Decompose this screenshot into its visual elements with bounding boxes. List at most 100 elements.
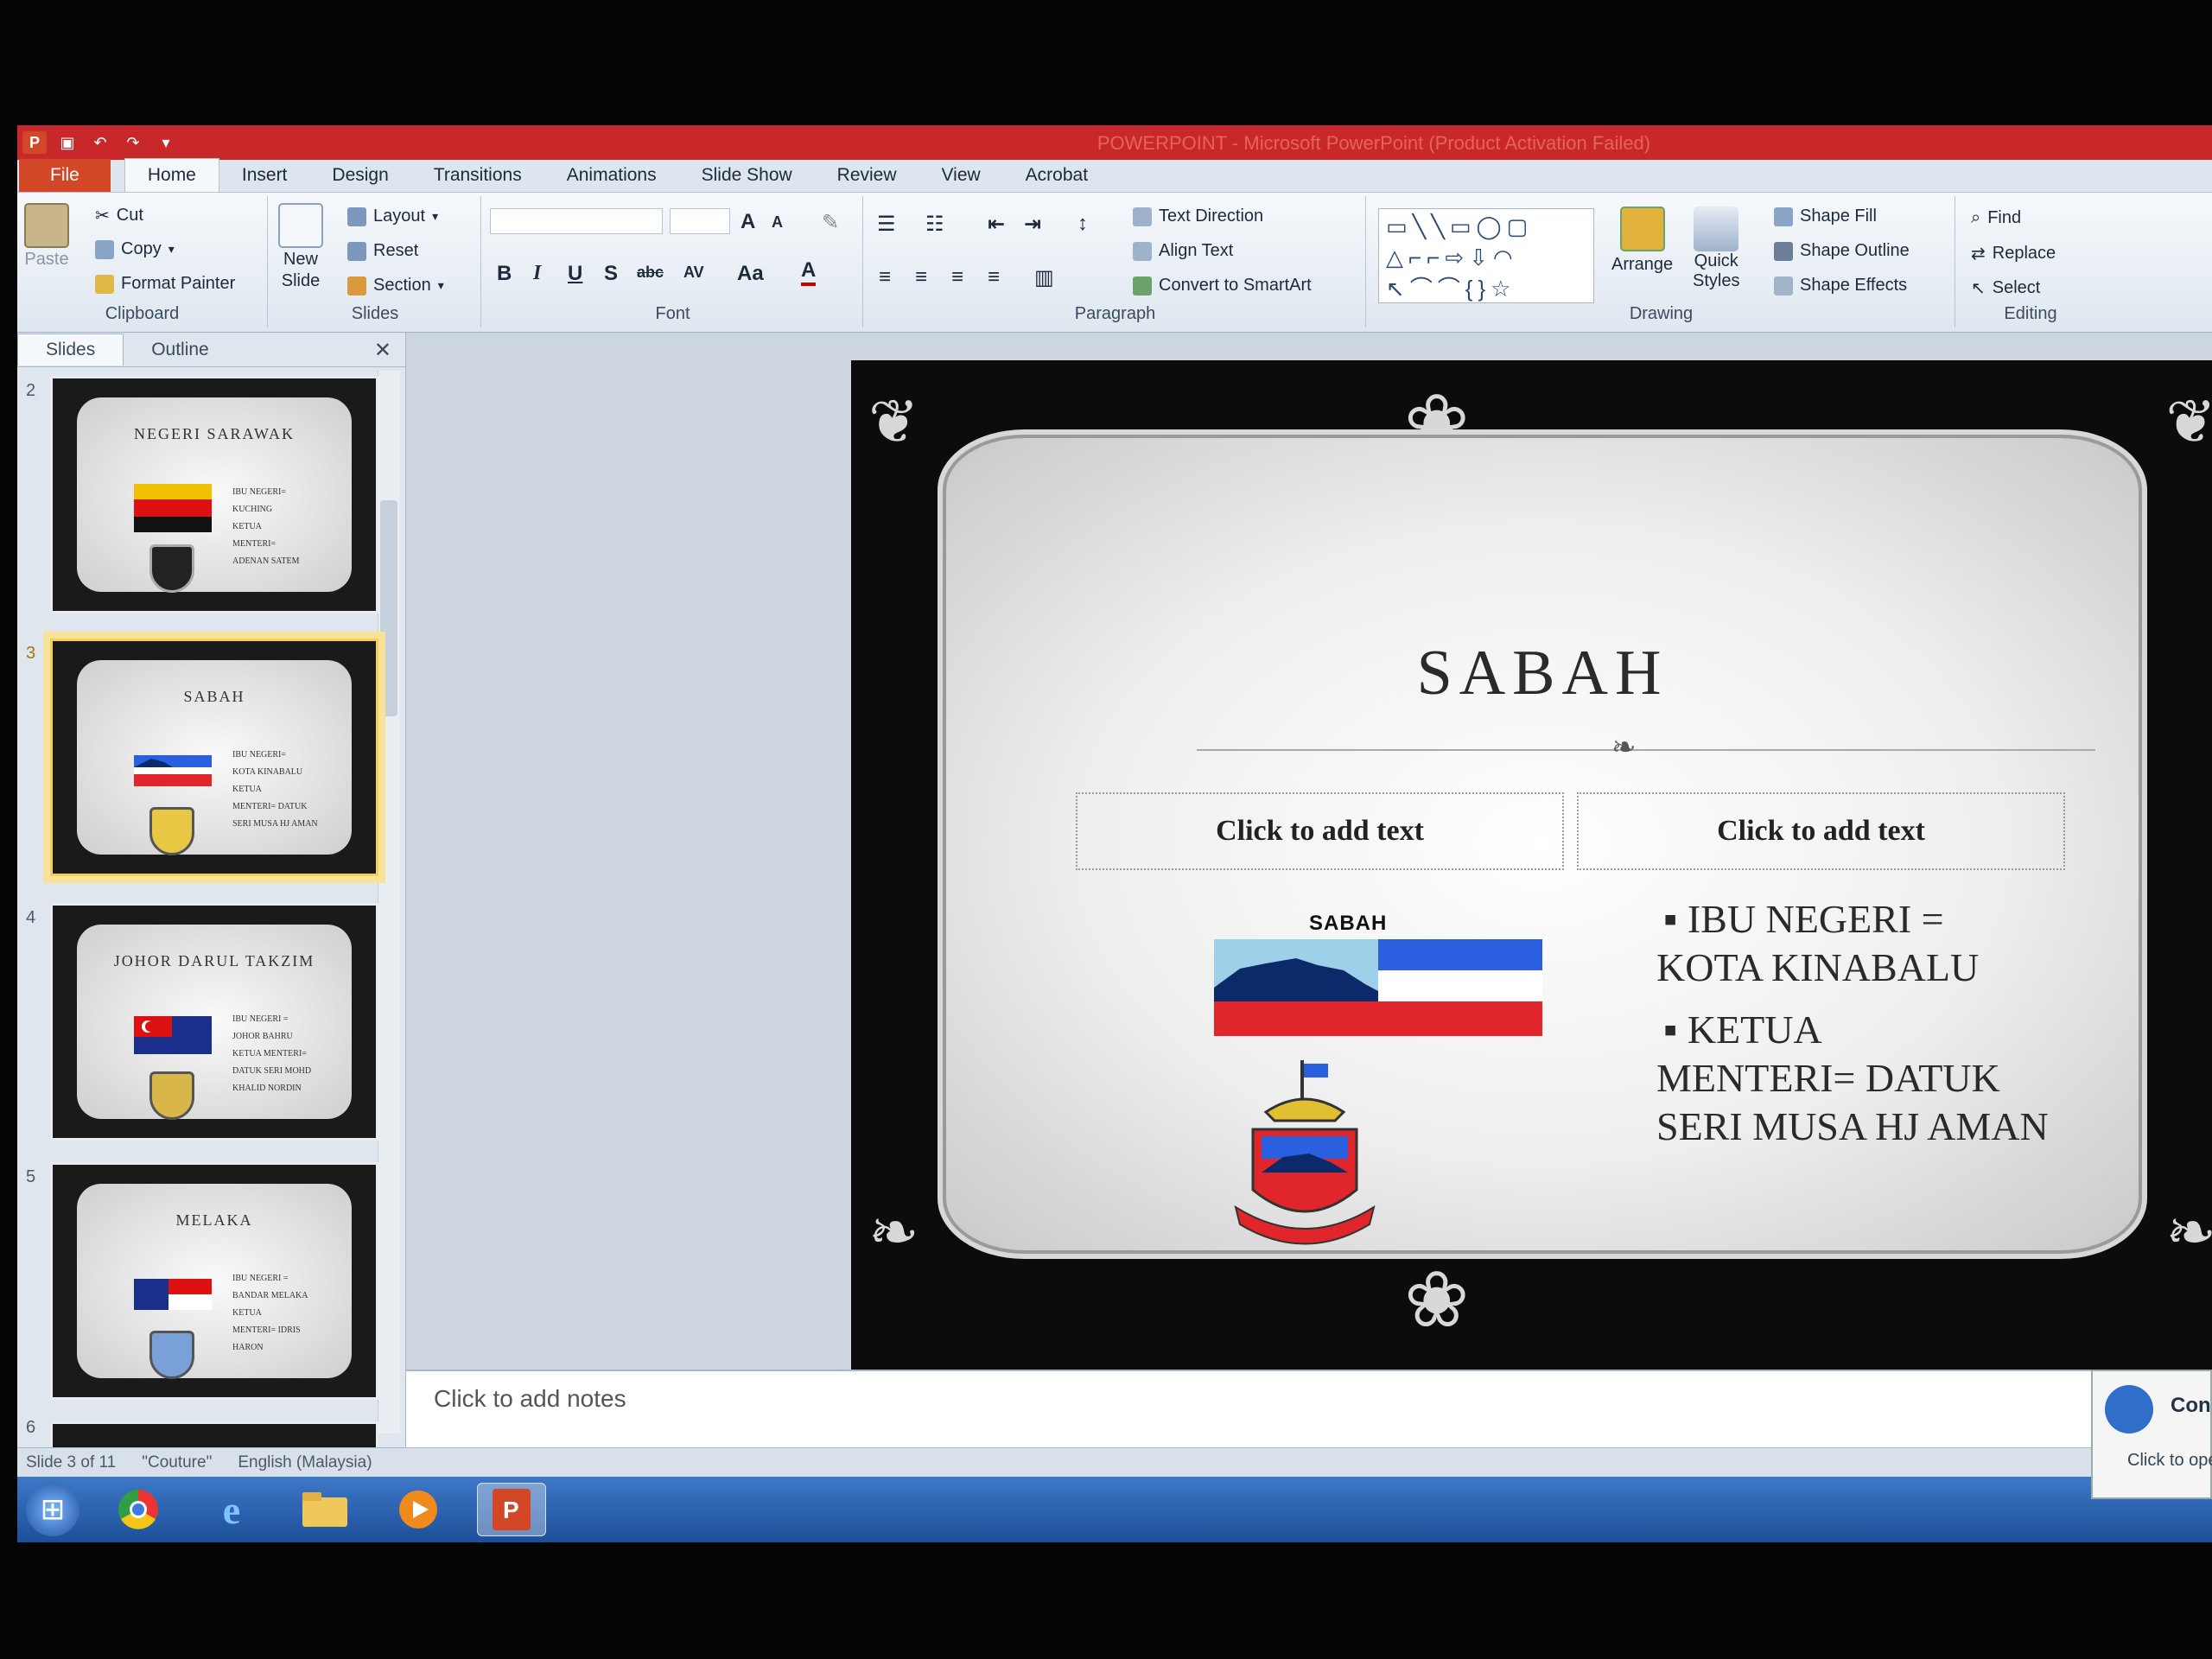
- replace-button[interactable]: ⇄ Replace: [1971, 243, 2056, 264]
- format-painter-button[interactable]: Format Painter: [95, 274, 235, 294]
- slide-thumbnail[interactable]: NEGERI SARAWAK IBU NEGERI= KUCHING KETUA…: [50, 376, 378, 613]
- slide-thumbnail-selected[interactable]: SABAH IBU NEGERI= KOTA KINABALU KETUA ME…: [50, 639, 378, 876]
- slide-indicator: Slide 3 of 11: [26, 1452, 117, 1471]
- shape-fill-button[interactable]: Shape Fill: [1774, 207, 1877, 226]
- thumbnail-text: IBU NEGERI = JOHOR BAHRU KETUA MENTERI= …: [232, 1014, 312, 1093]
- tab-home[interactable]: Home: [124, 158, 219, 192]
- justify-icon[interactable]: ≡: [988, 265, 1000, 289]
- select-button[interactable]: ↖ Select: [1971, 277, 2040, 299]
- align-left-icon[interactable]: ≡: [879, 265, 891, 289]
- current-slide[interactable]: ❦ ❀ ❦ ❧ ❀ ❧ SABAH ❧ Click to add text Cl…: [851, 360, 2212, 1380]
- underline-button[interactable]: U: [568, 262, 582, 286]
- cut-button[interactable]: ✂ Cut: [95, 205, 143, 226]
- slide-title[interactable]: SABAH: [946, 637, 2139, 710]
- chrome-icon[interactable]: [104, 1483, 173, 1536]
- right-text-placeholder[interactable]: Click to add text: [1577, 792, 2065, 870]
- shape-outline-button[interactable]: Shape Outline: [1774, 241, 1910, 261]
- tab-slide-show[interactable]: Slide Show: [679, 165, 815, 192]
- sabah-flag-icon[interactable]: [1214, 939, 1542, 1036]
- sabah-coat-of-arms-icon[interactable]: [1231, 1060, 1378, 1250]
- tab-transitions[interactable]: Transitions: [411, 165, 544, 192]
- internet-explorer-icon[interactable]: e: [197, 1483, 266, 1536]
- tab-animations[interactable]: Animations: [544, 165, 679, 192]
- change-case-icon[interactable]: Aa: [737, 262, 764, 286]
- clear-formatting-icon[interactable]: ✎: [822, 210, 839, 235]
- bold-button[interactable]: B: [497, 262, 512, 286]
- theme-name[interactable]: "Couture": [142, 1453, 212, 1472]
- bullet-continuation[interactable]: KOTA KINABALU: [1656, 944, 1979, 990]
- align-right-icon[interactable]: ≡: [951, 265, 963, 289]
- section-button[interactable]: Section ▾: [347, 276, 444, 296]
- status-bar: Slide 3 of 11 "Couture" English (Malaysi…: [17, 1447, 2212, 1477]
- powerpoint-taskbar-icon[interactable]: P: [477, 1483, 546, 1536]
- scissors-icon: ✂: [95, 207, 110, 226]
- strikethrough-button[interactable]: abc: [637, 264, 664, 282]
- font-family-select[interactable]: [490, 208, 663, 234]
- tab-insert[interactable]: Insert: [219, 165, 310, 192]
- align-center-icon[interactable]: ≡: [915, 265, 927, 289]
- tab-outline[interactable]: Outline: [124, 334, 237, 365]
- tab-design[interactable]: Design: [309, 165, 410, 192]
- reset-button[interactable]: Reset: [347, 241, 418, 261]
- shapes-gallery[interactable]: ▭╲╲▭◯▢ △⌐⌐⇨⇩◠ ↖⌒⌒{}☆: [1378, 208, 1594, 303]
- slide-thumbnail[interactable]: [50, 1421, 378, 1447]
- find-button[interactable]: ⌕ Find: [1971, 208, 2021, 228]
- shape-effects-button[interactable]: Shape Effects: [1774, 276, 1907, 296]
- tab-acrobat[interactable]: Acrobat: [1003, 165, 1110, 192]
- language-indicator[interactable]: English (Malaysia): [238, 1453, 372, 1472]
- paste-button[interactable]: Paste: [24, 203, 69, 270]
- bullet-item[interactable]: ▪ IBU NEGERI =: [1663, 896, 1944, 942]
- convert-smartart-button[interactable]: Convert to SmartArt: [1133, 276, 1312, 296]
- text-shadow-button[interactable]: S: [604, 262, 618, 286]
- left-text-placeholder[interactable]: Click to add text: [1076, 792, 1564, 870]
- copy-icon: [95, 239, 114, 259]
- start-button-icon[interactable]: ⊞: [26, 1483, 79, 1536]
- scrollbar-thumb[interactable]: [380, 500, 397, 716]
- close-icon[interactable]: ✕: [374, 338, 391, 363]
- numbering-icon[interactable]: ☷: [925, 212, 944, 237]
- shrink-font-icon[interactable]: A: [772, 213, 783, 232]
- notification-toast[interactable]: Con Click to ope: [2091, 1370, 2212, 1499]
- network-warning-icon: [2105, 1385, 2153, 1433]
- columns-icon[interactable]: ▥: [1034, 265, 1054, 290]
- layout-button[interactable]: Layout ▾: [347, 207, 438, 226]
- tab-review[interactable]: Review: [815, 165, 919, 192]
- tab-file[interactable]: File: [19, 159, 111, 192]
- arrange-button[interactable]: Arrange: [1611, 207, 1673, 275]
- paste-icon: [24, 203, 69, 248]
- melaka-flag-icon: [134, 1279, 212, 1310]
- slide-thumbnail[interactable]: JOHOR DARUL TAKZIM IBU NEGERI = JOHOR BA…: [50, 903, 378, 1141]
- character-spacing-icon[interactable]: AV: [683, 264, 704, 282]
- bullets-icon[interactable]: ☰: [877, 212, 896, 237]
- copy-button[interactable]: Copy ▾: [95, 239, 175, 259]
- panel-scrollbar[interactable]: [378, 371, 400, 1433]
- increase-indent-icon[interactable]: ⇥: [1024, 212, 1041, 237]
- section-icon: [347, 276, 366, 296]
- font-color-icon[interactable]: A: [801, 258, 817, 286]
- text-direction-button[interactable]: Text Direction: [1133, 207, 1263, 226]
- grow-font-icon[interactable]: A: [741, 210, 755, 234]
- tab-view[interactable]: View: [919, 165, 1003, 192]
- new-slide-button[interactable]: New Slide: [278, 203, 323, 291]
- line-spacing-icon[interactable]: ↕: [1077, 212, 1088, 236]
- tab-slides[interactable]: Slides: [17, 334, 124, 365]
- font-size-select[interactable]: [670, 208, 730, 234]
- slide-thumbnail[interactable]: MELAKA IBU NEGERI = BANDAR MELAKA KETUA …: [50, 1162, 378, 1400]
- thumbnail-card: JOHOR DARUL TAKZIM IBU NEGERI = JOHOR BA…: [77, 925, 352, 1120]
- decrease-indent-icon[interactable]: ⇤: [988, 212, 1005, 237]
- bullet-item[interactable]: ▪ KETUA: [1663, 1007, 1822, 1052]
- clipboard-group-label: Clipboard: [105, 304, 180, 323]
- bullet-continuation[interactable]: MENTERI= DATUK: [1656, 1055, 2000, 1101]
- sarawak-crest-icon: [149, 544, 194, 593]
- file-explorer-icon[interactable]: [290, 1483, 359, 1536]
- slide-number: 5: [26, 1167, 36, 1186]
- drawing-group: ▭╲╲▭◯▢ △⌐⌐⇨⇩◠ ↖⌒⌒{}☆ Arrange Quick Styles …: [1368, 196, 1955, 327]
- sarawak-flag-icon: [134, 484, 212, 532]
- notes-pane[interactable]: Click to add notes: [406, 1370, 2212, 1447]
- align-text-button[interactable]: Align Text: [1133, 241, 1233, 261]
- quick-styles-button[interactable]: Quick Styles: [1693, 207, 1739, 291]
- media-player-icon[interactable]: [384, 1483, 453, 1536]
- bullet-continuation[interactable]: SERI MUSA HJ AMAN: [1656, 1103, 2049, 1149]
- italic-button[interactable]: I: [533, 262, 541, 285]
- notes-placeholder[interactable]: Click to add notes: [434, 1385, 626, 1413]
